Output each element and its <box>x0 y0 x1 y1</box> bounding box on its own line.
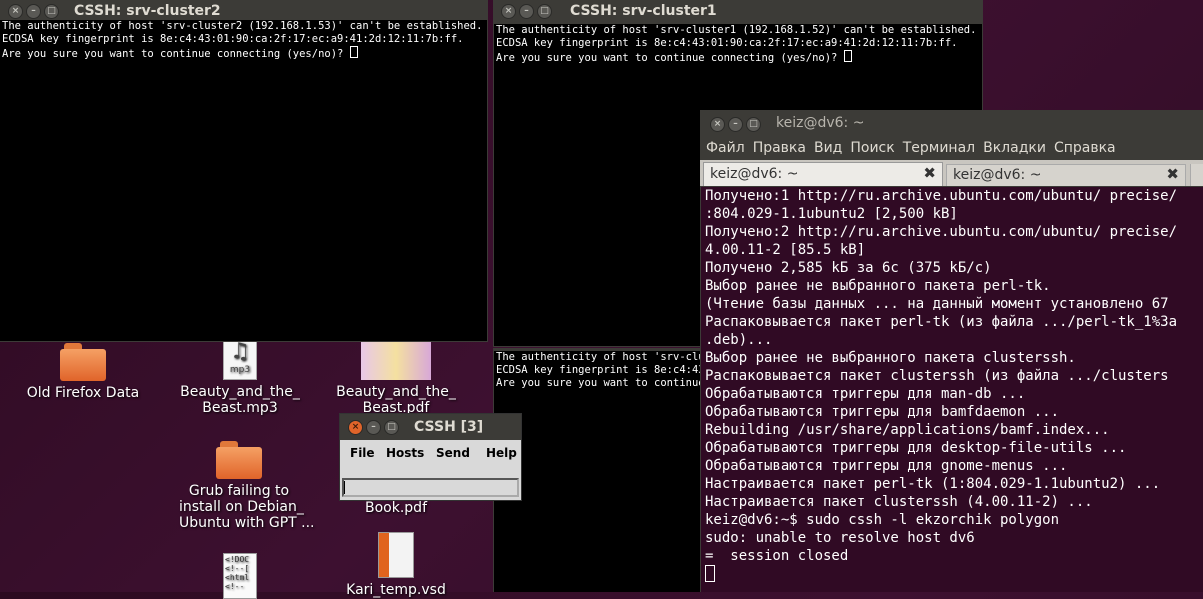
desktop-icon-label: Kari_temp.vsd <box>346 582 446 598</box>
folder-icon <box>60 343 106 381</box>
tab-close-icon[interactable]: ✖ <box>1166 165 1179 183</box>
desktop-icon-label: Grub failing to install on Debian_ Ubunt… <box>179 483 315 531</box>
terminal-output[interactable]: The authenticity of host 'srv-clus ECDSA… <box>494 351 703 592</box>
text-cursor <box>344 481 345 494</box>
close-icon[interactable]: × <box>8 4 23 19</box>
desktop-icon-beauty-mp3[interactable]: ♫ mp3 Beauty_and_the_ Beast.mp3 <box>180 338 300 416</box>
window-title: keiz@dv6: ~ <box>776 115 865 131</box>
menu-view[interactable]: Вид <box>814 140 842 156</box>
desktop-icon-label: Beauty_and_the_ Beast.pdf <box>336 384 456 416</box>
tab-close-icon[interactable]: ✖ <box>923 164 936 182</box>
desktop-icon-label: Beauty_and_the_ Beast.mp3 <box>180 384 300 416</box>
menu-terminal[interactable]: Терминал <box>903 140 975 156</box>
titlebar: × – □ CSSH [3] <box>340 414 521 440</box>
tab-label: keiz@dv6: ~ <box>953 167 1042 183</box>
tab-bar: keiz@dv6: ~ ✖ keiz@dv6: ~ ✖ <box>700 160 1203 186</box>
terminal-output[interactable]: Получено:1 http://ru.archive.ubuntu.com/… <box>701 187 1203 592</box>
cssh-command-input[interactable] <box>342 478 519 497</box>
tab-label: keiz@dv6: ~ <box>710 166 799 182</box>
desktop-icon-html-file[interactable]: <!DOC <!--[ <html <!-- <box>180 553 300 599</box>
close-icon[interactable]: × <box>348 420 363 435</box>
desktop-icon-label: Old Firefox Data <box>26 385 140 401</box>
window-title: CSSH: srv-cluster1 <box>570 3 717 19</box>
window-controls: × – □ <box>501 4 552 19</box>
text-cursor <box>349 46 358 58</box>
document-icon <box>378 532 414 578</box>
window-controls: × – □ <box>710 117 761 132</box>
window-gnome-terminal[interactable]: × – □ keiz@dv6: ~ Файл Правка Вид Поиск Терм… <box>700 110 1203 592</box>
menu-edit[interactable]: Правка <box>753 140 806 156</box>
menu-file[interactable]: Файл <box>706 140 745 156</box>
folder-icon <box>216 441 262 479</box>
menu-help[interactable]: Help <box>486 446 517 460</box>
maximize-icon[interactable]: □ <box>384 420 399 435</box>
close-icon[interactable]: × <box>710 117 725 132</box>
minimize-icon[interactable]: – <box>26 4 41 19</box>
pdf-thumbnail-icon <box>361 342 431 380</box>
desktop-icon-beauty-pdf[interactable]: Beauty_and_the_ Beast.pdf <box>336 342 456 416</box>
terminal-menubar: Файл Правка Вид Поиск Терминал Вкладки Справка <box>706 140 1124 156</box>
text-cursor <box>843 50 852 62</box>
window-title: CSSH: srv-cluster2 <box>74 3 221 19</box>
desktop-icon-kari-temp[interactable]: Kari_temp.vsd <box>336 532 456 598</box>
window-title: CSSH [3] <box>414 419 484 435</box>
maximize-icon[interactable]: □ <box>44 4 59 19</box>
text-cursor <box>705 565 715 582</box>
menu-send[interactable]: Send <box>436 446 470 460</box>
window-controls: × – □ <box>8 4 59 19</box>
close-icon[interactable]: × <box>501 4 516 19</box>
maximize-icon[interactable]: □ <box>537 4 552 19</box>
window-srv-cluster3[interactable]: The authenticity of host 'srv-clus ECDSA… <box>493 348 703 592</box>
menu-hosts[interactable]: Hosts <box>386 446 424 460</box>
window-cssh-control[interactable]: × – □ CSSH [3] File Hosts Send Help <box>339 413 522 501</box>
menu-search[interactable]: Поиск <box>850 140 894 156</box>
minimize-icon[interactable]: – <box>366 420 381 435</box>
audio-file-icon: ♫ mp3 <box>223 338 257 380</box>
menu-tabs[interactable]: Вкладки <box>983 140 1046 156</box>
minimize-icon[interactable]: – <box>519 4 534 19</box>
tab-1[interactable]: keiz@dv6: ~ ✖ <box>703 162 943 186</box>
menu-help[interactable]: Справка <box>1054 140 1116 156</box>
window-srv-cluster2[interactable]: × – □ CSSH: srv-cluster2 The authenticit… <box>0 0 488 342</box>
tab-2[interactable]: keiz@dv6: ~ ✖ <box>946 164 1186 186</box>
maximize-icon[interactable]: □ <box>746 117 761 132</box>
window-controls: × – □ <box>348 420 399 435</box>
menu-file[interactable]: File <box>350 446 375 460</box>
html-file-icon: <!DOC <!--[ <html <!-- <box>223 553 257 599</box>
tab-overflow[interactable] <box>1190 164 1203 186</box>
desktop-icon-old-firefox-data[interactable]: Old Firefox Data <box>23 343 143 401</box>
terminal-output[interactable]: The authenticity of host 'srv-cluster2 (… <box>0 20 487 341</box>
desktop-icon-label: Book.pdf <box>365 500 427 516</box>
desktop-icon-grub-failing[interactable]: Grub failing to install on Debian_ Ubunt… <box>179 441 315 531</box>
minimize-icon[interactable]: – <box>728 117 743 132</box>
